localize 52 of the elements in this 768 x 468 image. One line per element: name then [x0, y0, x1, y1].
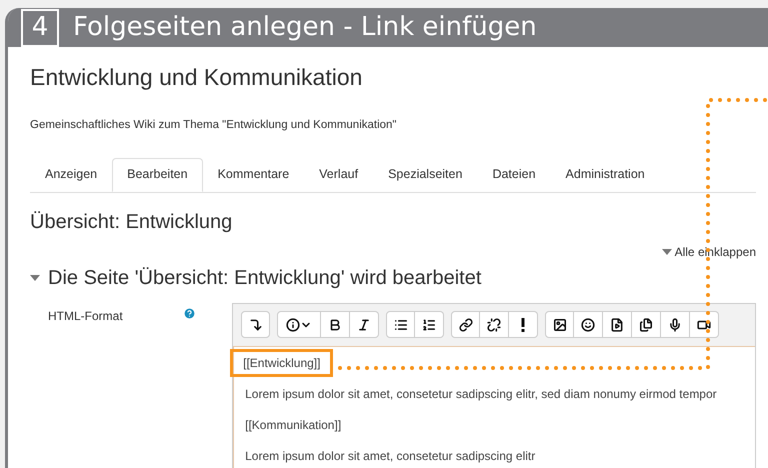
files-icon	[639, 318, 654, 332]
toolbar-button[interactable]	[277, 311, 322, 338]
image-icon	[552, 318, 567, 332]
tab[interactable]: Anzeigen	[30, 158, 112, 192]
toolbar-button[interactable]	[480, 311, 510, 338]
media-file-icon	[610, 318, 624, 332]
step-title: Folgeseiten anlegen - Link einfügen	[73, 11, 537, 44]
help-icon[interactable]	[183, 306, 196, 320]
toolbar-button[interactable]	[661, 311, 690, 338]
toolbar-button[interactable]	[350, 311, 380, 338]
toolbar-button[interactable]	[545, 311, 574, 338]
section-title: Die Seite 'Übersicht: Entwicklung' wird bearbeitet	[48, 266, 482, 291]
tab[interactable]: Bearbeiten	[112, 158, 203, 192]
toolbar-button[interactable]	[603, 311, 632, 338]
editor-text-line: Lorem ipsum dolor sit amet, consetetur sadipscing elitr, sed diam nonumy eirmod tempor	[245, 386, 717, 401]
unlink-icon	[487, 318, 502, 332]
collapse-all-link[interactable]: Alle einklappen	[662, 242, 756, 261]
exclamation-icon	[521, 318, 526, 332]
tab[interactable]: Verlauf	[304, 158, 374, 192]
microphone-icon	[668, 318, 682, 332]
toolbar-button[interactable]	[451, 311, 480, 338]
toolbar-button[interactable]	[241, 311, 270, 338]
toolbar-button[interactable]	[321, 311, 350, 338]
editor-text-line: [[Kommunikation]]	[245, 418, 342, 432]
triangle-down-icon	[662, 248, 672, 255]
editor-text-line: Lorem ipsum dolor sit amet, consetetur sadipscing elitr	[245, 448, 536, 463]
highlighted-link-text: [[Entwicklung]]	[230, 348, 334, 377]
page-title: Übersicht: Entwicklung	[30, 210, 234, 235]
video-camera-icon	[697, 318, 712, 332]
triangle-down-icon[interactable]	[30, 272, 40, 283]
toolbar-button[interactable]	[574, 311, 604, 338]
wiki-description: Gemeinschaftliches Wiki zum Thema "Entwicklung und Kommunikation"	[30, 118, 398, 132]
tab[interactable]: Spezialseiten	[373, 158, 478, 192]
step-number: 4	[21, 8, 59, 46]
toolbar-button[interactable]	[415, 311, 444, 338]
tab[interactable]: Administration	[550, 158, 660, 192]
tab[interactable]: Kommentare	[202, 158, 304, 192]
smiley-icon	[581, 318, 596, 332]
toolbar-button[interactable]	[386, 311, 416, 338]
bullet-list-icon	[394, 318, 408, 332]
info-icon	[286, 318, 300, 332]
bold-icon	[328, 318, 342, 332]
arrow-down-icon	[248, 318, 263, 332]
italic-icon	[357, 318, 372, 332]
wiki-title: Entwicklung und Kommunikation	[30, 63, 364, 92]
toolbar-button[interactable]	[690, 311, 720, 338]
toolbar-button[interactable]	[509, 311, 538, 338]
toolbar-button[interactable]	[632, 311, 662, 338]
link-icon	[458, 318, 473, 332]
tab[interactable]: Dateien	[477, 158, 551, 192]
numbered-list-icon	[422, 318, 436, 332]
field-label: HTML-Format	[48, 308, 123, 325]
